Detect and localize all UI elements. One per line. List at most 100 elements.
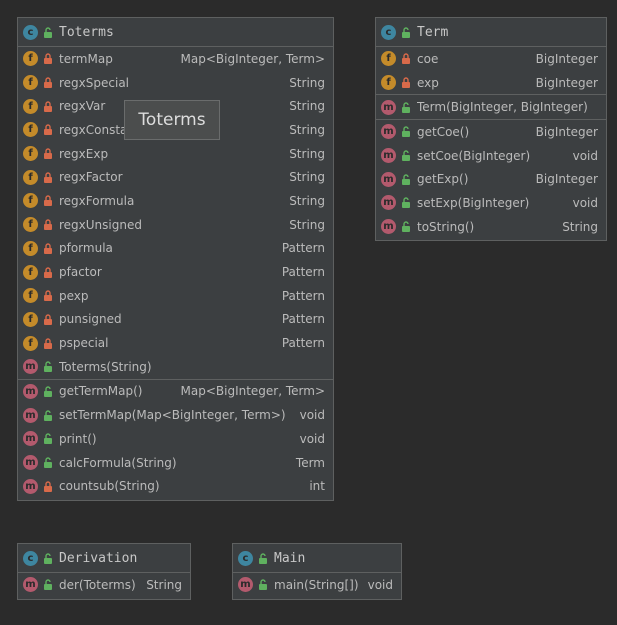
unlock-icon — [43, 409, 53, 421]
field-icon: f — [23, 217, 38, 233]
class-toterms[interactable]: c Toterms f termMap Map<BigInteger, Term> f… — [17, 17, 334, 501]
member-name: getTermMap() — [59, 384, 143, 399]
method-icon: m — [23, 577, 38, 593]
method-icon: m — [23, 431, 38, 447]
member-name: print() — [59, 431, 97, 446]
method-row[interactable]: m getCoe() BigInteger — [376, 120, 606, 144]
class-icon: c — [238, 550, 253, 566]
method-icon: m — [381, 124, 396, 140]
field-row[interactable]: f pformula Pattern — [18, 237, 333, 261]
field-row[interactable]: f pexp Pattern — [18, 284, 333, 308]
field-icon: f — [23, 146, 38, 162]
method-row[interactable]: m setTermMap(Map<BigInteger, Term>) void — [18, 403, 333, 427]
member-type: int — [309, 479, 325, 494]
field-icon: f — [23, 311, 38, 327]
class-header[interactable]: c Main — [233, 544, 401, 573]
unlock-icon — [401, 150, 411, 162]
lock-icon — [43, 195, 53, 207]
class-name: Main — [274, 550, 306, 566]
field-row[interactable]: f regxSpecial String — [18, 71, 333, 95]
method-icon: m — [381, 171, 396, 187]
method-row[interactable]: m Toterms(String) — [18, 355, 333, 379]
class-icon: c — [23, 550, 38, 566]
member-type: String — [289, 217, 325, 232]
member-type: BigInteger — [535, 172, 598, 187]
method-icon: m — [23, 383, 38, 399]
member-type: String — [289, 75, 325, 90]
class-icon: c — [23, 24, 38, 40]
class-icon: c — [381, 24, 396, 40]
method-row[interactable]: m print() void — [18, 427, 333, 451]
field-row[interactable]: f exp BigInteger — [376, 71, 606, 95]
member-name: punsigned — [59, 312, 122, 327]
lock-icon — [401, 77, 411, 89]
field-icon: f — [23, 169, 38, 185]
member-name: setTermMap(Map<BigInteger, Term>) — [59, 408, 286, 423]
unlock-icon — [401, 126, 411, 138]
field-row[interactable]: f punsigned Pattern — [18, 308, 333, 332]
member-name: der(Toterms) — [59, 577, 136, 592]
class-header[interactable]: c Derivation — [18, 544, 190, 573]
method-icon: m — [381, 99, 396, 115]
member-type: BigInteger — [535, 75, 598, 90]
field-row[interactable]: f termMap Map<BigInteger, Term> — [18, 47, 333, 71]
lock-icon — [401, 53, 411, 65]
class-header[interactable]: c Toterms — [18, 18, 333, 47]
member-type: void — [299, 408, 325, 423]
member-type: BigInteger — [535, 124, 598, 139]
lock-icon — [43, 148, 53, 160]
lock-icon — [43, 337, 53, 349]
class-header[interactable]: c Term — [376, 18, 606, 47]
field-row[interactable]: f pfactor Pattern — [18, 260, 333, 284]
class-main[interactable]: c Main m main(String[]) void — [232, 543, 402, 600]
method-row[interactable]: m Term(BigInteger, BigInteger) — [376, 95, 606, 119]
member-name: regxSpecial — [59, 75, 130, 90]
method-row[interactable]: m countsub(String) int — [18, 474, 333, 498]
methods-section: m main(String[]) void — [233, 573, 401, 597]
method-row[interactable]: m getExp() BigInteger — [376, 167, 606, 191]
field-row[interactable]: f regxFormula String — [18, 189, 333, 213]
field-row[interactable]: f regxUnsigned String — [18, 213, 333, 237]
field-icon: f — [23, 240, 38, 256]
method-row[interactable]: m der(Toterms) String — [18, 573, 190, 597]
field-row[interactable]: f coe BigInteger — [376, 47, 606, 71]
method-row[interactable]: m setExp(BigInteger) void — [376, 191, 606, 215]
unlock-icon — [43, 433, 53, 445]
method-icon: m — [381, 195, 396, 211]
field-row[interactable]: f regxExp String — [18, 142, 333, 166]
methods-section: m getTermMap() Map<BigInteger, Term> m setTe… — [18, 378, 333, 498]
unlock-icon — [43, 457, 53, 469]
method-row[interactable]: m getTermMap() Map<BigInteger, Term> — [18, 380, 333, 404]
field-icon: f — [23, 264, 38, 280]
member-type: String — [289, 146, 325, 161]
class-name: Term — [417, 24, 449, 40]
member-type: String — [289, 193, 325, 208]
method-row[interactable]: m setCoe(BigInteger) void — [376, 144, 606, 168]
lock-icon — [43, 172, 53, 183]
field-row[interactable]: f regxFactor String — [18, 165, 333, 189]
tooltip: Toterms — [124, 100, 220, 140]
unlock-icon — [401, 197, 411, 209]
method-row[interactable]: m main(String[]) void — [233, 573, 401, 597]
member-name: coe — [417, 51, 439, 66]
member-type: String — [289, 99, 325, 114]
field-row[interactable]: f pspecial Pattern — [18, 331, 333, 355]
method-icon: m — [23, 455, 38, 471]
member-type: void — [299, 431, 325, 446]
member-name: termMap — [59, 51, 113, 66]
fields-section: f termMap Map<BigInteger, Term> f regxSpecia… — [18, 47, 333, 355]
method-icon: m — [381, 219, 396, 235]
field-icon: f — [23, 193, 38, 209]
unlock-icon — [43, 361, 53, 373]
class-term[interactable]: c Term f coe BigInteger f exp BigInteger m Ter… — [375, 17, 607, 241]
member-name: toString() — [417, 219, 475, 234]
method-row[interactable]: m calcFormula(String) Term — [18, 451, 333, 475]
member-name: regxFormula — [59, 193, 135, 208]
method-icon: m — [23, 407, 38, 423]
member-type: void — [572, 195, 598, 210]
class-derivation[interactable]: c Derivation m der(Toterms) String — [17, 543, 191, 600]
method-icon: m — [23, 359, 38, 375]
method-row[interactable]: m toString() String — [376, 215, 606, 239]
class-name: Toterms — [59, 24, 114, 40]
member-name: countsub(String) — [59, 479, 160, 494]
